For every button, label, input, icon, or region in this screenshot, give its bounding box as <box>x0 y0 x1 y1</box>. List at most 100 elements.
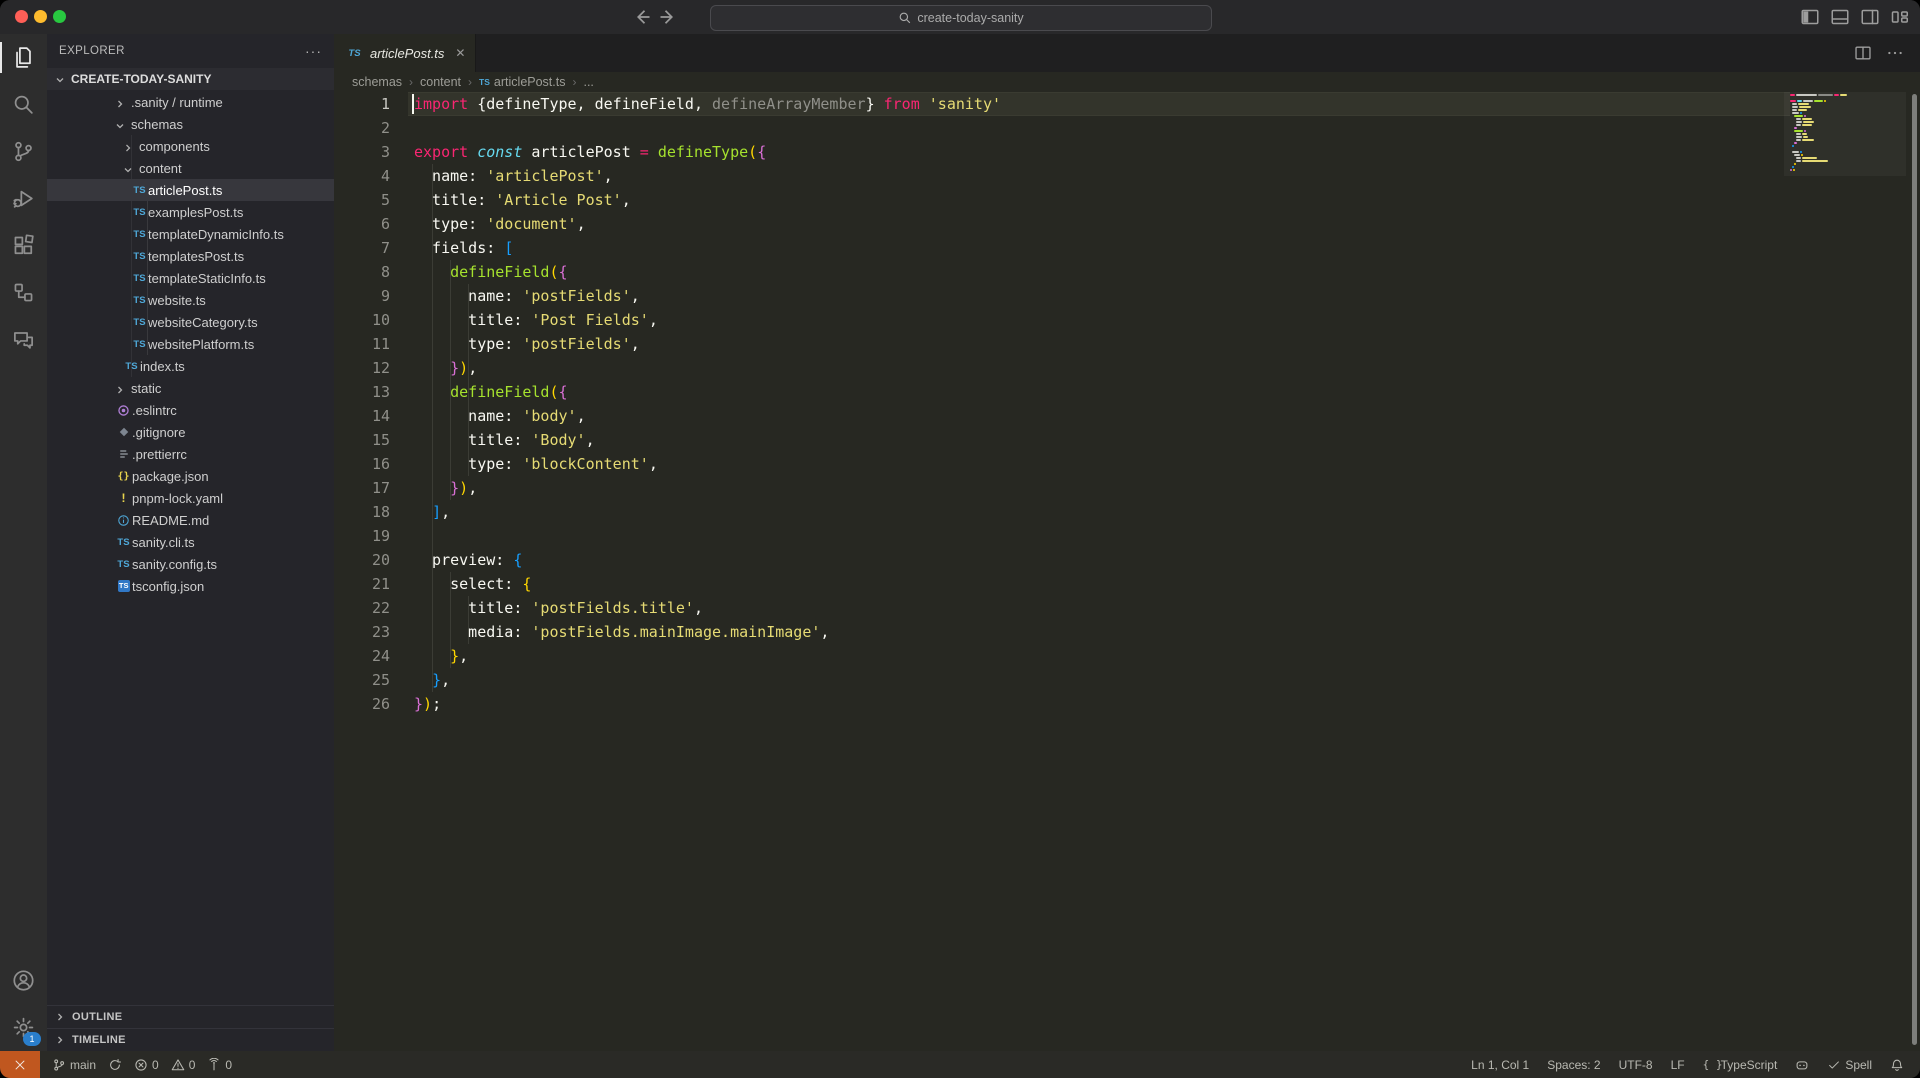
tab-articlePost[interactable]: TS articlePost.ts ✕ <box>334 34 476 72</box>
activity-comments[interactable] <box>0 316 47 363</box>
tree-file--eslintrc[interactable]: .eslintrc <box>47 399 334 421</box>
tree-file-website-ts[interactable]: TSwebsite.ts <box>47 289 334 311</box>
layout-sidebar-left-icon[interactable] <box>1800 7 1820 27</box>
code-line-10[interactable]: 10 title: 'Post Fields', <box>334 308 1920 332</box>
split-editor-icon[interactable] <box>1854 44 1872 62</box>
code-line-21[interactable]: 21 select: { <box>334 572 1920 596</box>
command-center-search[interactable]: create-today-sanity <box>710 5 1212 31</box>
breadcrumb-item[interactable]: schemas <box>352 75 402 89</box>
breadcrumb-item[interactable]: ... <box>583 75 593 89</box>
close-window-button[interactable] <box>15 10 28 23</box>
tree-folder-schemas[interactable]: schemas <box>47 113 334 135</box>
activity-search[interactable] <box>0 81 47 128</box>
code-line-17[interactable]: 17 }), <box>334 476 1920 500</box>
code-line-26[interactable]: 26}); <box>334 692 1920 716</box>
workspace-root-folder[interactable]: CREATE-TODAY-SANITY <box>47 68 334 90</box>
minimize-window-button[interactable] <box>34 10 47 23</box>
code-line-4[interactable]: 4 name: 'articlePost', <box>334 164 1920 188</box>
tree-folder-components[interactable]: components <box>47 135 334 157</box>
status-copilot[interactable] <box>1795 1058 1809 1072</box>
layout-customize-icon[interactable] <box>1890 7 1910 27</box>
status-ports[interactable]: 0 <box>207 1058 232 1072</box>
status-indentation[interactable]: Spaces: 2 <box>1547 1058 1600 1072</box>
code-line-24[interactable]: 24 }, <box>334 644 1920 668</box>
breadcrumb-item[interactable]: content <box>420 75 461 89</box>
tree-file-websitePlatform-ts[interactable]: TSwebsitePlatform.ts <box>47 333 334 355</box>
code-line-12[interactable]: 12 }), <box>334 356 1920 380</box>
status-cursor-position[interactable]: Ln 1, Col 1 <box>1471 1058 1529 1072</box>
tree-folder-content[interactable]: content <box>47 157 334 179</box>
code-line-15[interactable]: 15 title: 'Body', <box>334 428 1920 452</box>
tree-file-sanity-config-ts[interactable]: TSsanity.config.ts <box>47 553 334 575</box>
tree-file-articlePost-ts[interactable]: TSarticlePost.ts <box>47 179 334 201</box>
status-notifications[interactable] <box>1890 1058 1904 1072</box>
status-spell-checker[interactable]: Spell <box>1827 1058 1872 1072</box>
activity-hierarchy[interactable] <box>0 269 47 316</box>
code-line-6[interactable]: 6 type: 'document', <box>334 212 1920 236</box>
tree-file-templateDynamicInfo-ts[interactable]: TStemplateDynamicInfo.ts <box>47 223 334 245</box>
tree-file-sanity-cli-ts[interactable]: TSsanity.cli.ts <box>47 531 334 553</box>
status-eol[interactable]: LF <box>1671 1058 1685 1072</box>
activity-settings[interactable]: 1 <box>0 1004 47 1051</box>
activity-run-and-debug[interactable] <box>0 175 47 222</box>
editor-scrollbar[interactable] <box>1912 94 1917 1045</box>
code-line-22[interactable]: 22 title: 'postFields.title', <box>334 596 1920 620</box>
tree-file-websiteCategory-ts[interactable]: TSwebsiteCategory.ts <box>47 311 334 333</box>
code-line-23[interactable]: 23 media: 'postFields.mainImage.mainImag… <box>334 620 1920 644</box>
layout-panel-icon[interactable] <box>1830 7 1850 27</box>
close-tab-icon[interactable]: ✕ <box>455 46 465 60</box>
status-warnings[interactable]: 0 <box>171 1058 196 1072</box>
activity-explorer[interactable] <box>0 34 47 81</box>
code-line-8[interactable]: 8 defineField({ <box>334 260 1920 284</box>
navigate-forward-icon[interactable] <box>658 7 678 27</box>
explorer-more-actions-icon[interactable]: ··· <box>305 43 322 59</box>
activity-accounts[interactable] <box>0 957 47 1004</box>
tree-file-templateStaticInfo-ts[interactable]: TStemplateStaticInfo.ts <box>47 267 334 289</box>
minimap[interactable] <box>1790 94 1900 172</box>
tree-folder--sanity-runtime[interactable]: .sanity / runtime <box>47 91 334 113</box>
tree-folder-static[interactable]: static <box>47 377 334 399</box>
status-errors[interactable]: 0 <box>134 1058 159 1072</box>
code-line-11[interactable]: 11 type: 'postFields', <box>334 332 1920 356</box>
tree-file-index-ts[interactable]: TSindex.ts <box>47 355 334 377</box>
status-remote-indicator[interactable] <box>0 1051 40 1078</box>
tree-file--prettierrc[interactable]: .prettierrc <box>47 443 334 465</box>
code-line-20[interactable]: 20 preview: { <box>334 548 1920 572</box>
code-line-3[interactable]: 3export const articlePost = defineType({ <box>334 140 1920 164</box>
code-line-14[interactable]: 14 name: 'body', <box>334 404 1920 428</box>
code-line-2[interactable]: 2 <box>334 116 1920 140</box>
zoom-window-button[interactable] <box>53 10 66 23</box>
comments-icon <box>12 328 35 351</box>
tree-file-examplesPost-ts[interactable]: TSexamplesPost.ts <box>47 201 334 223</box>
layout-sidebar-right-icon[interactable] <box>1860 7 1880 27</box>
breadcrumb-item[interactable]: TSarticlePost.ts <box>479 75 565 89</box>
activity-source-control[interactable] <box>0 128 47 175</box>
code-line-13[interactable]: 13 defineField({ <box>334 380 1920 404</box>
search-value: create-today-sanity <box>917 11 1023 25</box>
tree-file-pnpm-lock-yaml[interactable]: !pnpm-lock.yaml <box>47 487 334 509</box>
activity-extensions[interactable] <box>0 222 47 269</box>
source-control-icon <box>12 140 35 163</box>
status-language-mode[interactable]: { }TypeScript <box>1703 1058 1778 1072</box>
status-git-branch[interactable]: main <box>52 1058 96 1072</box>
code-line-19[interactable]: 19 <box>334 524 1920 548</box>
code-line-7[interactable]: 7 fields: [ <box>334 236 1920 260</box>
code-line-16[interactable]: 16 type: 'blockContent', <box>334 452 1920 476</box>
status-git-sync[interactable] <box>108 1058 122 1072</box>
code-line-5[interactable]: 5 title: 'Article Post', <box>334 188 1920 212</box>
section-outline[interactable]: OUTLINE <box>47 1005 334 1028</box>
code-line-1[interactable]: 1import {defineType, defineField, define… <box>334 92 1920 116</box>
more-icon[interactable] <box>1886 44 1904 62</box>
tree-file--gitignore[interactable]: .gitignore <box>47 421 334 443</box>
code-line-25[interactable]: 25 }, <box>334 668 1920 692</box>
section-timeline[interactable]: TIMELINE <box>47 1028 334 1051</box>
tree-file-README-md[interactable]: README.md <box>47 509 334 531</box>
code-line-9[interactable]: 9 name: 'postFields', <box>334 284 1920 308</box>
code-line-18[interactable]: 18 ], <box>334 500 1920 524</box>
tree-file-tsconfig-json[interactable]: TStsconfig.json <box>47 575 334 597</box>
tree-file-templatesPost-ts[interactable]: TStemplatesPost.ts <box>47 245 334 267</box>
code-editor[interactable]: 1import {defineType, defineField, define… <box>334 92 1920 1051</box>
navigate-back-icon[interactable] <box>632 7 652 27</box>
tree-file-package-json[interactable]: {}package.json <box>47 465 334 487</box>
status-encoding[interactable]: UTF-8 <box>1619 1058 1653 1072</box>
